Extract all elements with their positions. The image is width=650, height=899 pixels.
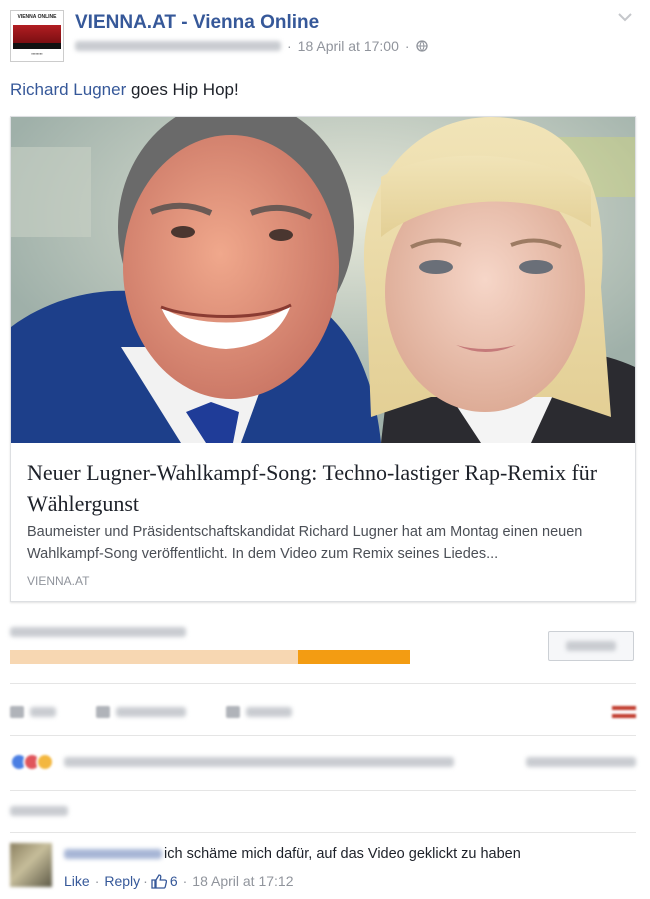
flag-icon[interactable]	[612, 706, 636, 718]
comment-like-count[interactable]: 6	[170, 873, 178, 889]
comment-text: ich schäme mich dafür, auf das Video gek…	[164, 846, 521, 862]
blurred-more-comments[interactable]	[10, 806, 68, 816]
blurred-commenter-name[interactable]	[64, 849, 162, 859]
post-card: VIENNA ONLINE ▪▪▪▪▪▪▪▪ VIENNA.AT - Vienn…	[0, 0, 650, 899]
page-name[interactable]: VIENNA.AT - Vienna Online	[75, 12, 319, 34]
chevron-down-icon[interactable]	[618, 12, 632, 22]
blurred-reactors[interactable]	[64, 757, 454, 767]
reach-bar	[10, 650, 410, 664]
like-icon	[10, 706, 24, 718]
comment-date[interactable]: 18 April at 17:12	[192, 873, 293, 889]
globe-icon	[415, 40, 428, 52]
comment-icon	[96, 706, 110, 718]
logo-text: VIENNA ONLINE	[17, 14, 57, 20]
comment-action[interactable]	[96, 706, 186, 718]
blurred-sort[interactable]	[526, 757, 636, 767]
preview-description: Baumeister und Präsidentschaftskandidat …	[27, 524, 583, 562]
comment-like-link[interactable]: Like	[64, 873, 90, 889]
preview-domain: VIENNA.AT	[27, 574, 90, 588]
divider	[10, 790, 636, 791]
post-date[interactable]: 18 April at 17:00	[298, 38, 399, 54]
reaction-haha-icon	[36, 753, 54, 771]
link-preview[interactable]: Neuer Lugner-Wahlkampf-Song: Techno-last…	[10, 116, 636, 602]
thumbs-up-icon	[151, 873, 167, 889]
blurred-reach-label	[10, 627, 186, 637]
reach-bar-paid	[298, 650, 410, 664]
like-action[interactable]	[10, 706, 56, 718]
action-bar	[10, 700, 636, 724]
blurred-author	[75, 41, 281, 51]
comment: ich schäme mich dafür, auf das Video gek…	[64, 846, 521, 862]
mention-link[interactable]: Richard Lugner	[10, 80, 126, 99]
comment-meta: Like · Reply · 6 · 18 April at 17:12	[64, 873, 294, 889]
preview-photo	[11, 117, 635, 443]
page-avatar[interactable]: VIENNA ONLINE ▪▪▪▪▪▪▪▪	[10, 10, 64, 62]
divider	[10, 683, 636, 684]
comment-avatar[interactable]	[10, 843, 52, 887]
share-action[interactable]	[226, 706, 292, 718]
reactions-row	[10, 750, 636, 774]
comment-reply-link[interactable]: Reply	[104, 873, 140, 889]
divider	[10, 735, 636, 736]
post-text: Richard Lugner goes Hip Hop!	[10, 80, 239, 99]
divider	[10, 832, 636, 833]
share-icon	[226, 706, 240, 718]
boost-post-button[interactable]	[548, 631, 634, 661]
post-meta: · 18 April at 17:00 ·	[75, 38, 428, 54]
preview-title[interactable]: Neuer Lugner-Wahlkampf-Song: Techno-last…	[27, 457, 617, 519]
